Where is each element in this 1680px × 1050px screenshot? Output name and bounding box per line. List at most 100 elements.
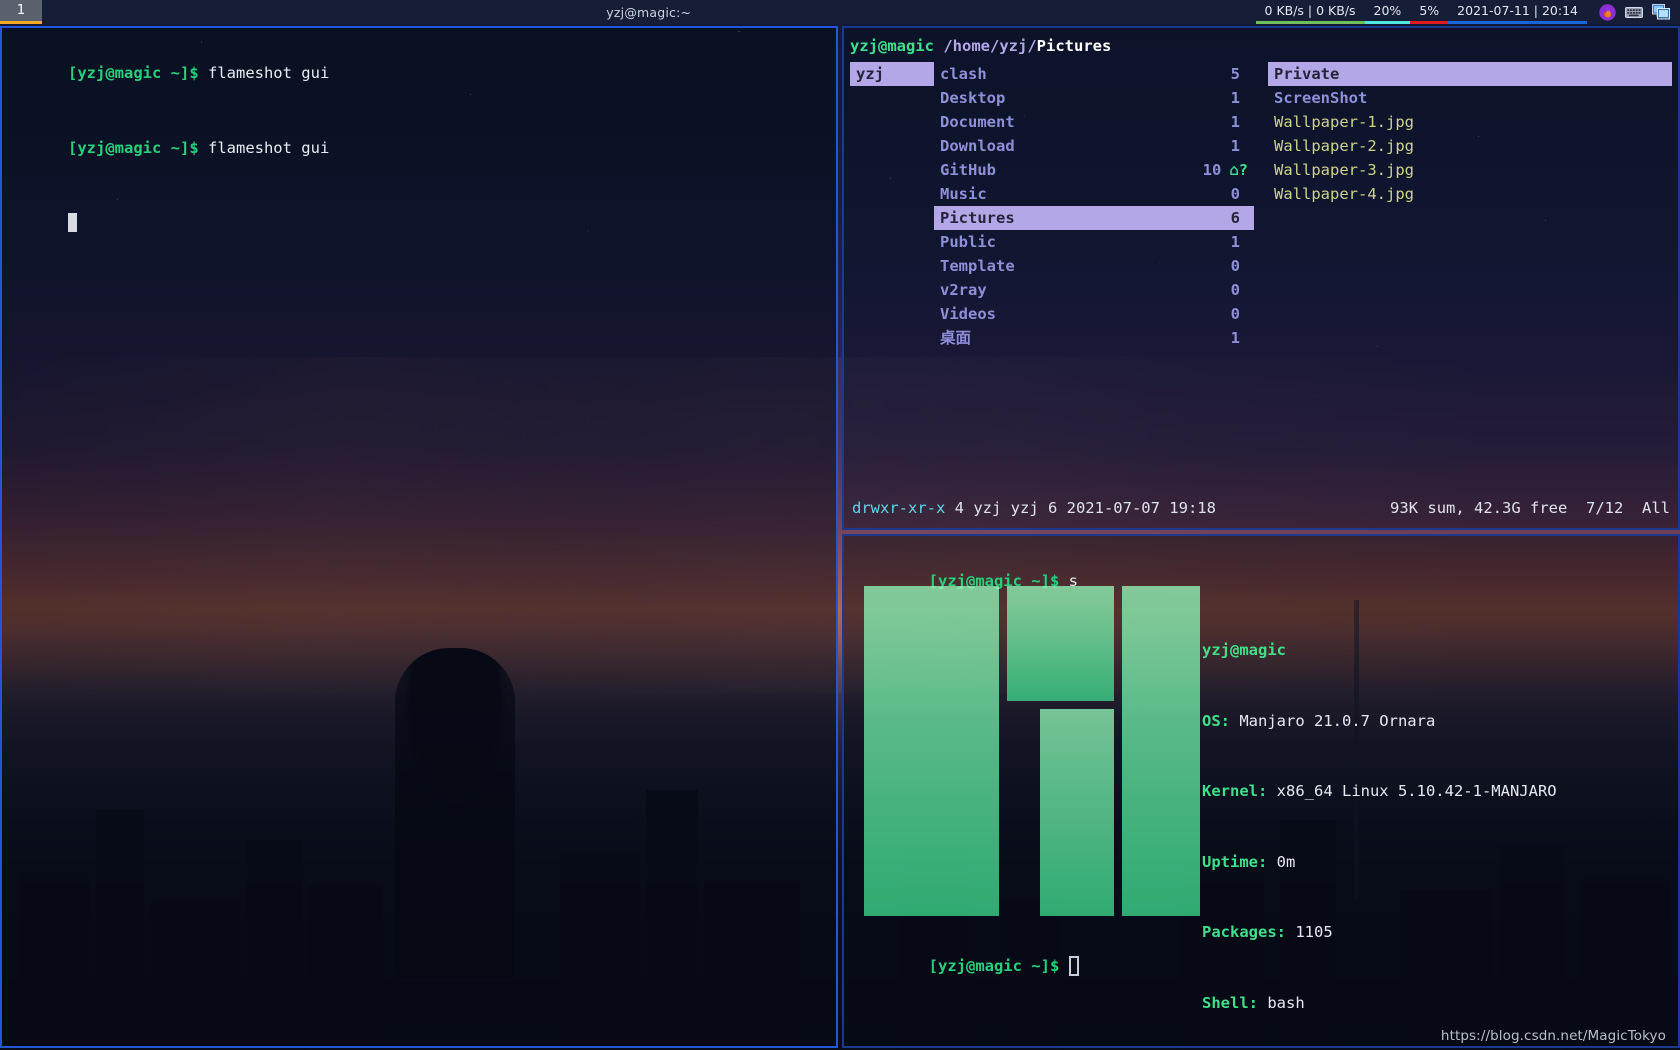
ranger-file-manager-window[interactable]: yzj@magic /home/yzj/Pictures yzj clash 5 … — [842, 26, 1680, 530]
neofetch-output: yzj@magic OS: Manjaro 21.0.7 Ornara Kern… — [854, 576, 1668, 1012]
file-name: Public — [940, 233, 996, 251]
file-size: 1 — [1230, 113, 1240, 131]
ranger-content[interactable]: yzj@magic /home/yzj/Pictures yzj clash 5 … — [844, 28, 1678, 528]
neofetch-info-table: yzj@magic OS: Manjaro 21.0.7 Ornara Kern… — [1202, 592, 1664, 1046]
file-name: Template — [940, 257, 1015, 275]
status-datetime[interactable]: 2021-07-11 | 20:14 — [1448, 0, 1587, 24]
shell-prompt: [yzj@magic ~]$ — [68, 64, 199, 82]
i3-status-bar: 1 yzj@magic:~ 0 KB/s | 0 KB/s 20% 5% 202… — [0, 0, 1680, 24]
manjaro-logo-ascii — [864, 586, 1200, 926]
git-status — [1240, 113, 1248, 131]
file-size: 6 — [1230, 209, 1240, 227]
neofetch-row: Uptime: 0m — [1202, 851, 1664, 875]
text-cursor — [68, 213, 77, 232]
list-item[interactable]: Wallpaper-3.jpg — [1268, 158, 1672, 182]
list-item[interactable]: Wallpaper-4.jpg — [1268, 182, 1672, 206]
system-tray — [1587, 3, 1680, 21]
file-size: 0 — [1230, 305, 1240, 323]
list-item-selected[interactable]: Private — [1268, 62, 1672, 86]
table-row[interactable]: Public 1 — [934, 230, 1254, 254]
git-status — [1240, 281, 1248, 299]
git-status — [1240, 185, 1248, 203]
status-cpu[interactable]: 20% — [1364, 0, 1411, 24]
terminal-bottom-content[interactable]: [yzj@magic ~]$ s yzj@magic OS: Manjaro 2… — [844, 536, 1678, 1046]
file-name: Wallpaper-3.jpg — [1274, 161, 1414, 179]
ranger-path-base: Pictures — [1036, 37, 1112, 55]
file-name: clash — [940, 65, 987, 83]
terminal-line: [yzj@magic ~]$ flameshot gui — [12, 111, 826, 186]
file-name: Download — [940, 137, 1015, 155]
status-network-label: 0 KB/s | 0 KB/s — [1264, 3, 1356, 18]
table-row[interactable]: v2ray 0 — [934, 278, 1254, 302]
file-size: 1 — [1230, 89, 1240, 107]
status-cpu-label: 20% — [1373, 3, 1402, 18]
ranger-preview-column[interactable]: Private ScreenShot Wallpaper-1.jpg Wallp… — [1254, 60, 1672, 462]
file-size: 0 — [1230, 281, 1240, 299]
table-row[interactable]: Music 0 — [934, 182, 1254, 206]
neofetch-key: Kernel: — [1202, 782, 1268, 800]
file-name: ScreenShot — [1274, 89, 1368, 107]
file-name: Wallpaper-4.jpg — [1274, 185, 1414, 203]
list-item[interactable]: Wallpaper-2.jpg — [1268, 134, 1672, 158]
git-status: ⌂? — [1229, 161, 1248, 179]
shell-command: flameshot gui — [198, 64, 330, 82]
file-size: 10 — [1202, 161, 1222, 179]
list-item[interactable]: Wallpaper-1.jpg — [1268, 110, 1672, 134]
ranger-parent-column[interactable]: yzj — [850, 60, 934, 462]
neofetch-row: Shell: bash — [1202, 992, 1664, 1016]
table-row[interactable]: Download 1 — [934, 134, 1254, 158]
ranger-status-left: drwxr-xr-x 4 yzj yzj 6 2021-07-07 19:18 — [852, 496, 1216, 520]
ranger-user: yzj@magic — [850, 37, 934, 55]
flame-icon[interactable] — [1599, 3, 1616, 21]
table-row[interactable]: Document 1 — [934, 110, 1254, 134]
terminal-left-content[interactable]: [yzj@magic ~]$ flameshot gui [yzj@magic … — [2, 28, 836, 1046]
terminal-window-bottom[interactable]: [yzj@magic ~]$ s yzj@magic OS: Manjaro 2… — [842, 534, 1680, 1048]
file-size: 5 — [1230, 65, 1240, 83]
file-size: 1 — [1230, 137, 1240, 155]
file-name: v2ray — [940, 281, 987, 299]
keyboard-icon[interactable] — [1625, 5, 1643, 19]
table-row[interactable]: Desktop 1 — [934, 86, 1254, 110]
neofetch-key: Packages: — [1202, 923, 1286, 941]
file-size: 1 — [1230, 233, 1240, 251]
git-status — [1240, 257, 1248, 275]
neofetch-value: 1105 — [1286, 923, 1333, 941]
git-status — [1240, 233, 1248, 251]
file-size: 0 — [1230, 185, 1240, 203]
ranger-path-dir: /home/yzj/ — [943, 37, 1037, 55]
neofetch-row: OS: Manjaro 21.0.7 Ornara — [1202, 710, 1664, 734]
ranger-status-bar: drwxr-xr-x 4 yzj yzj 6 2021-07-07 19:18 … — [852, 496, 1670, 520]
neofetch-key: Shell: — [1202, 993, 1258, 1012]
ranger-main-column[interactable]: clash 5 Desktop 1 Document 1 Download 1 GitH… — [934, 60, 1254, 462]
file-name: Private — [1274, 65, 1340, 83]
terminal-window-left[interactable]: [yzj@magic ~]$ flameshot gui [yzj@magic … — [0, 26, 838, 1048]
text-cursor — [1068, 956, 1079, 976]
file-name: Pictures — [940, 209, 1015, 227]
neofetch-value: Manjaro 21.0.7 Ornara — [1230, 711, 1436, 730]
git-status — [1240, 137, 1248, 155]
status-datetime-label: 2021-07-11 | 20:14 — [1457, 3, 1578, 18]
neofetch-value: bash — [1258, 993, 1305, 1012]
table-row[interactable]: Template 0 — [934, 254, 1254, 278]
table-row[interactable]: GitHub 10 ⌂? — [934, 158, 1254, 182]
file-name: Wallpaper-2.jpg — [1274, 137, 1414, 155]
workspace-button-1[interactable]: 1 — [0, 0, 42, 24]
table-row-selected[interactable]: Pictures 6 — [934, 206, 1254, 230]
shell-prompt: [yzj@magic ~]$ — [68, 139, 199, 157]
table-row[interactable]: Videos 0 — [934, 302, 1254, 326]
shell-command: flameshot gui — [198, 139, 330, 157]
status-memory[interactable]: 5% — [1410, 0, 1449, 24]
list-item[interactable]: yzj — [850, 62, 934, 86]
status-memory-label: 5% — [1419, 3, 1440, 18]
table-row[interactable]: 桌面 1 — [934, 326, 1254, 350]
display-icon[interactable] — [1652, 4, 1670, 20]
shell-prompt: [yzj@magic ~]$ — [928, 957, 1060, 975]
file-name: yzj — [856, 65, 884, 83]
status-network[interactable]: 0 KB/s | 0 KB/s — [1255, 0, 1365, 24]
file-name: Document — [940, 113, 1015, 131]
table-row[interactable]: clash 5 — [934, 62, 1254, 86]
file-name: Desktop — [940, 89, 1006, 107]
neofetch-value: 0m — [1267, 852, 1296, 871]
list-item[interactable]: ScreenShot — [1268, 86, 1672, 110]
file-meta: 4 yzj yzj 6 2021-07-07 19:18 — [945, 499, 1216, 517]
